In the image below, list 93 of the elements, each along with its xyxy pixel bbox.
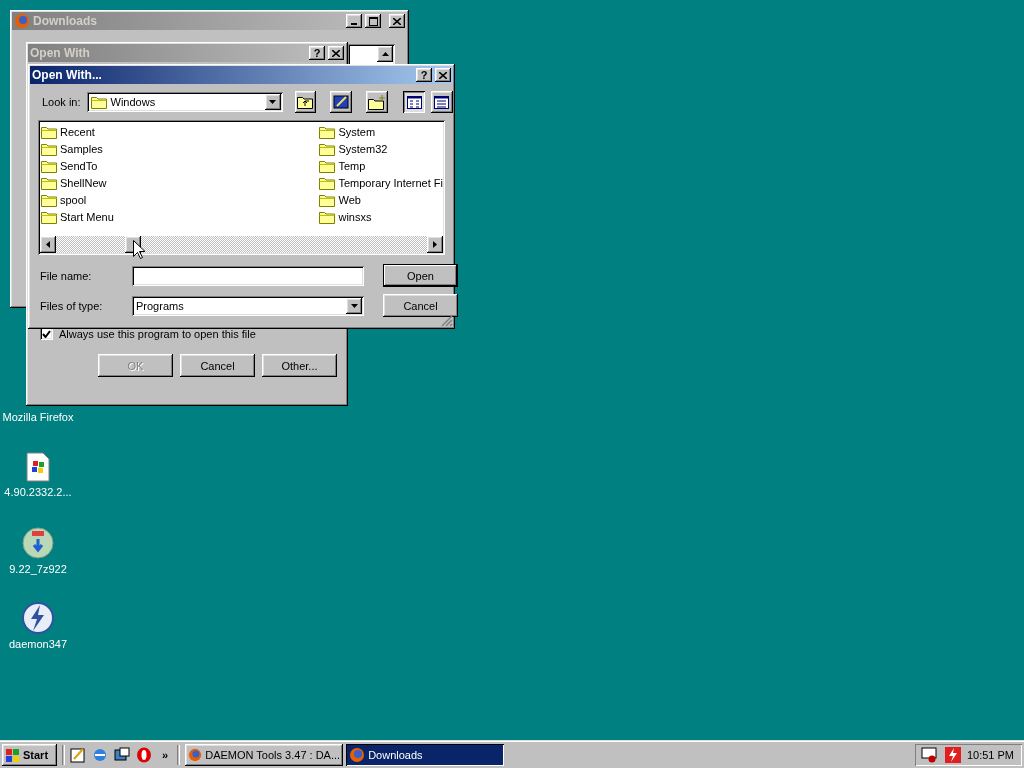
- folder-name[interactable]: Temporary Internet Fi: [338, 176, 443, 189]
- close-button[interactable]: [435, 68, 451, 82]
- drive-icon[interactable]: [920, 747, 939, 763]
- close-icon: [393, 17, 401, 25]
- folder-up-icon: [297, 95, 314, 109]
- horizontal-scrollbar[interactable]: [40, 236, 443, 253]
- caret-down-icon: [269, 100, 276, 104]
- folder-name[interactable]: ShellNew: [60, 176, 107, 189]
- window-title: Open With: [30, 46, 91, 60]
- desktop-icon-label[interactable]: 4.90.2332.2...: [4, 486, 72, 498]
- browser-logo-icon: [188, 747, 203, 763]
- folder-icon: [319, 192, 336, 207]
- close-icon: [332, 49, 340, 57]
- cancel-button[interactable]: Cancel: [383, 294, 458, 317]
- desktop-icon[interactable]: [114, 747, 130, 763]
- file-type-label: Files of type:: [40, 299, 104, 312]
- folder-icon: [90, 95, 107, 109]
- details-view-button[interactable]: [431, 91, 453, 113]
- minimize-button[interactable]: [346, 14, 362, 28]
- lightning-icon: [22, 602, 54, 634]
- list-view-button[interactable]: [403, 91, 425, 113]
- caret-up-icon: [381, 52, 389, 56]
- details-view-icon: [434, 95, 450, 109]
- folder-icon: [41, 209, 57, 224]
- folder-name[interactable]: Recent: [60, 125, 95, 138]
- more-icons-chevron[interactable]: »: [158, 749, 173, 761]
- folder-icon: [41, 192, 57, 207]
- list-view-icon: [406, 95, 422, 109]
- folder-name[interactable]: Start Menu: [60, 210, 114, 223]
- opera-icon[interactable]: [136, 747, 152, 763]
- folder-name[interactable]: Samples: [60, 142, 103, 155]
- start-button[interactable]: Start: [2, 744, 57, 766]
- window-title: Downloads: [33, 14, 98, 28]
- file-name-field[interactable]: [132, 265, 364, 286]
- folder-icon: [41, 141, 57, 156]
- notepad-icon[interactable]: [70, 747, 86, 763]
- folder-name[interactable]: System32: [338, 142, 388, 155]
- folder-icon: [41, 124, 57, 139]
- folder-icon: [319, 141, 336, 156]
- folder-name[interactable]: Web: [338, 193, 361, 206]
- dialog-button[interactable]: Cancel: [180, 354, 255, 377]
- desktop-icon: [333, 94, 350, 110]
- clock: 10:51 PM: [966, 749, 1014, 761]
- folder-icon: [319, 209, 336, 224]
- caret-down-icon: [350, 303, 358, 308]
- file-list[interactable]: Recent Samples SendTo ShellNew spool Start Menu System System32 Temp Temporary Internet Fi Web winsxs: [38, 120, 445, 255]
- document-icon: [26, 452, 50, 482]
- open-button[interactable]: Open: [383, 264, 458, 287]
- folder-name[interactable]: SendTo: [60, 159, 98, 172]
- caret-right-icon: [433, 241, 437, 248]
- maximize-button[interactable]: [365, 14, 381, 28]
- desktop-icon-label[interactable]: 9.22_7z922: [9, 563, 67, 575]
- folder-icon: [319, 175, 336, 190]
- close-icon: [439, 71, 447, 79]
- folder-icon: [319, 124, 336, 139]
- close-button[interactable]: [389, 14, 405, 28]
- taskbar-button[interactable]: Downloads: [346, 744, 505, 766]
- help-button[interactable]: ?: [416, 68, 432, 82]
- browser-logo-icon: [349, 747, 366, 763]
- scroll-up-button[interactable]: [377, 46, 393, 62]
- lightning-icon[interactable]: [944, 747, 961, 763]
- file-type-dropdown[interactable]: Programs: [132, 295, 364, 316]
- taskbar-button[interactable]: DAEMON Tools 3.47 : DA...: [185, 744, 344, 766]
- new-folder-icon: [368, 94, 387, 110]
- folder-icon: [41, 175, 57, 190]
- new-folder-button[interactable]: [366, 91, 389, 113]
- up-folder-button[interactable]: [294, 91, 317, 113]
- caret-left-icon: [46, 241, 50, 248]
- flag-icon: [5, 748, 21, 762]
- folder-icon: [319, 158, 336, 173]
- folder-name[interactable]: Temp: [338, 159, 366, 172]
- file-name-label: File name:: [40, 269, 93, 282]
- desktop-button[interactable]: [330, 91, 353, 113]
- folder-name[interactable]: spool: [60, 193, 87, 206]
- browser-logo-icon: [14, 13, 30, 29]
- scroll-left-button[interactable]: [40, 236, 56, 253]
- desktop-icon-label[interactable]: Mozilla Firefox: [2, 411, 74, 423]
- look-in-dropdown[interactable]: Windows: [86, 92, 283, 112]
- resize-grip-icon[interactable]: [441, 315, 453, 327]
- folder-name[interactable]: winsxs: [338, 210, 372, 223]
- close-button[interactable]: [328, 46, 344, 60]
- mouse-cursor-icon: [133, 240, 145, 259]
- look-in-label: Look in:: [42, 96, 81, 108]
- maximize-icon: [368, 16, 378, 26]
- checkbox-label[interactable]: Always use this program to open this file: [59, 327, 256, 340]
- desktop-icon-label[interactable]: daemon347: [8, 638, 68, 650]
- help-button[interactable]: ?: [309, 46, 325, 60]
- scroll-right-button[interactable]: [427, 236, 443, 253]
- window-title: Open With...: [32, 68, 103, 82]
- folder-name[interactable]: System: [338, 125, 376, 138]
- folder-icon: [41, 158, 57, 173]
- dialog-button[interactable]: Other...: [262, 354, 337, 377]
- list-box[interactable]: [348, 44, 395, 66]
